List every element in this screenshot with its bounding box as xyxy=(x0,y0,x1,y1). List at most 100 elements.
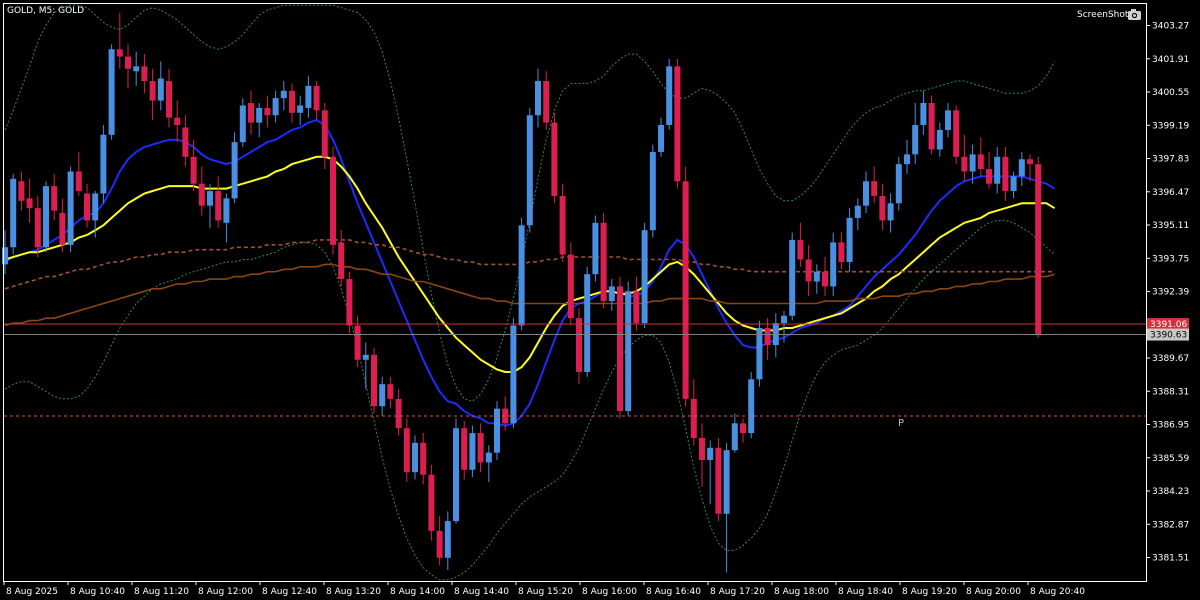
candle-body xyxy=(166,81,172,118)
x-tick-label: 8 Aug 18:40 xyxy=(838,587,893,597)
candle-body xyxy=(157,78,164,101)
candle xyxy=(108,44,115,140)
candle-body xyxy=(248,103,254,123)
candle xyxy=(477,423,484,473)
candle-body xyxy=(576,318,582,372)
candle xyxy=(715,437,722,522)
y-tick-label: 3400.55 xyxy=(1152,88,1189,98)
candle-body xyxy=(141,66,148,82)
candle-body xyxy=(920,103,927,126)
price-label: 3390.63 xyxy=(1150,331,1187,341)
series-ma-slow-1 xyxy=(4,239,1055,290)
y-tick-label: 3382.87 xyxy=(1152,520,1189,530)
candle-body xyxy=(174,117,181,126)
price-chart[interactable]: P 3403.27 3401.91 3400.55 3399.19 3397.83 339… xyxy=(0,0,1200,600)
candle xyxy=(354,315,361,368)
y-tick-label: 3388.31 xyxy=(1152,387,1189,397)
candle xyxy=(494,401,500,460)
candle xyxy=(2,230,8,275)
candle xyxy=(133,51,140,86)
x-tick-label: 8 Aug 16:40 xyxy=(646,587,701,597)
screenshot-label[interactable]: ScreenShot xyxy=(1077,10,1129,20)
candle xyxy=(813,264,820,294)
y-tick-label: 3381.51 xyxy=(1152,554,1189,564)
candle-body xyxy=(633,291,640,324)
y-tick-label: 3393.75 xyxy=(1152,254,1189,264)
candle xyxy=(223,193,230,243)
candle-body xyxy=(797,239,804,260)
candle xyxy=(936,122,943,157)
candle xyxy=(707,440,714,504)
candle-body xyxy=(535,81,541,116)
candle xyxy=(658,117,664,157)
candle-body xyxy=(379,384,386,407)
candle xyxy=(551,112,558,204)
candle xyxy=(403,418,410,482)
candle xyxy=(231,132,238,204)
camera-icon[interactable] xyxy=(1128,9,1141,20)
candle-body xyxy=(485,452,492,463)
candle-body xyxy=(617,286,623,412)
candle-body xyxy=(412,442,418,473)
candle xyxy=(239,98,246,148)
candle-body xyxy=(1010,176,1017,192)
candle-body xyxy=(584,274,591,372)
plot-border xyxy=(3,3,1147,582)
candle xyxy=(420,433,427,485)
candle xyxy=(559,183,566,262)
x-tick-label: 8 Aug 13:20 xyxy=(326,587,381,597)
candle xyxy=(797,222,804,267)
y-axis: 3403.27 3401.91 3400.55 3399.19 3397.83 3396.… xyxy=(1146,22,1189,564)
candle-body xyxy=(231,142,238,199)
y-tick-label: 3399.19 xyxy=(1152,121,1189,131)
candle-body xyxy=(51,186,58,211)
candle-body xyxy=(715,447,722,514)
candle-body xyxy=(108,49,115,135)
candle-body xyxy=(936,129,943,150)
candle xyxy=(535,68,541,128)
candle-body xyxy=(330,156,336,245)
candle xyxy=(690,379,697,446)
candle-body xyxy=(272,98,279,116)
candle xyxy=(526,107,533,233)
y-tick-label: 3397.83 xyxy=(1152,155,1189,165)
series-ma-slow-2 xyxy=(4,263,1055,327)
candle xyxy=(674,59,681,189)
candle-body xyxy=(10,178,17,248)
candle-body xyxy=(928,103,935,150)
candle xyxy=(633,276,640,331)
price-label: 3391.06 xyxy=(1150,320,1187,330)
candle xyxy=(1002,147,1009,201)
candle-body xyxy=(666,66,673,126)
candle xyxy=(264,95,271,128)
candle xyxy=(313,81,320,121)
candle xyxy=(846,208,853,272)
candle-body xyxy=(699,437,705,460)
candle-body xyxy=(239,105,246,143)
price-lines: P xyxy=(4,323,1146,429)
x-tick-label: 8 Aug 17:20 xyxy=(710,587,765,597)
candle-body xyxy=(887,203,894,221)
candle xyxy=(961,134,968,182)
candle xyxy=(305,76,312,118)
y-tick-label: 3395.11 xyxy=(1152,221,1189,231)
x-tick-label: 8 Aug 18:00 xyxy=(774,587,829,597)
candle-body xyxy=(34,208,41,248)
candle xyxy=(912,103,919,165)
candle-body xyxy=(977,154,984,170)
x-tick-label: 8 Aug 20:40 xyxy=(1030,587,1085,597)
candle xyxy=(887,193,894,233)
candle-body xyxy=(731,423,738,451)
candle-body xyxy=(854,205,861,218)
candle xyxy=(977,137,984,177)
candle xyxy=(248,90,254,135)
candle-body xyxy=(75,171,82,192)
candle xyxy=(272,90,279,123)
candle xyxy=(289,83,295,123)
candle-body xyxy=(264,107,271,116)
candle-body xyxy=(969,154,976,172)
x-tick-label: 8 Aug 15:20 xyxy=(518,587,573,597)
candle-body xyxy=(26,198,33,209)
candle-body xyxy=(338,242,345,280)
candle-body xyxy=(740,423,746,434)
